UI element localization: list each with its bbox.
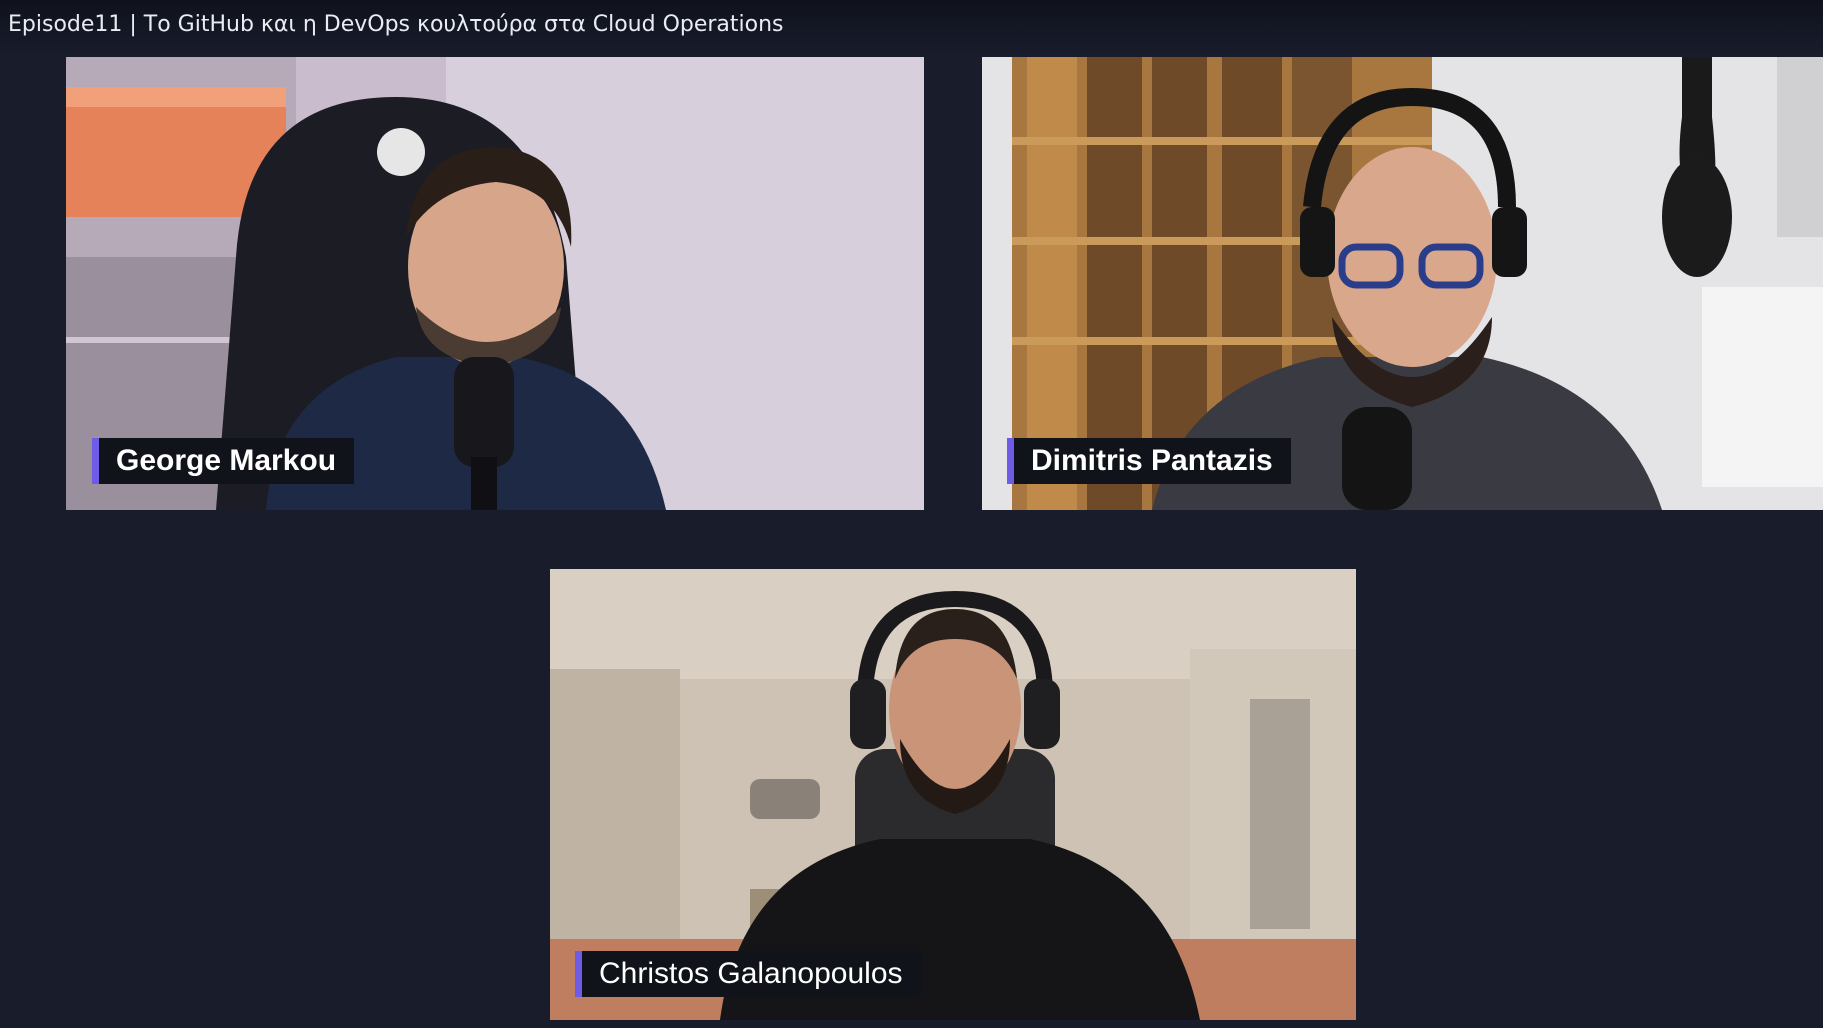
nameplate-accent bbox=[92, 438, 99, 484]
video-title: Episode11 | Το GitHub και η DevOps κουλτ… bbox=[8, 12, 784, 37]
participant-nameplate: Christos Galanopoulos bbox=[575, 951, 921, 997]
title-bar: Episode11 | Το GitHub και η DevOps κουλτ… bbox=[0, 0, 1823, 54]
nameplate-accent bbox=[1007, 438, 1014, 484]
participant-nameplate: Dimitris Pantazis bbox=[1007, 438, 1291, 484]
participant-name: George Markou bbox=[116, 444, 337, 477]
nameplate-accent bbox=[575, 951, 582, 997]
participant-name: Dimitris Pantazis bbox=[1031, 444, 1273, 477]
video-tile-christos-galanopoulos[interactable]: Christos Galanopoulos bbox=[550, 569, 1356, 1020]
participant-name: Christos Galanopoulos bbox=[599, 957, 903, 990]
participant-nameplate: George Markou bbox=[92, 438, 355, 484]
video-tile-george-markou[interactable]: George Markou bbox=[66, 57, 924, 510]
video-tile-dimitris-pantazis[interactable]: Dimitris Pantazis bbox=[982, 57, 1823, 510]
